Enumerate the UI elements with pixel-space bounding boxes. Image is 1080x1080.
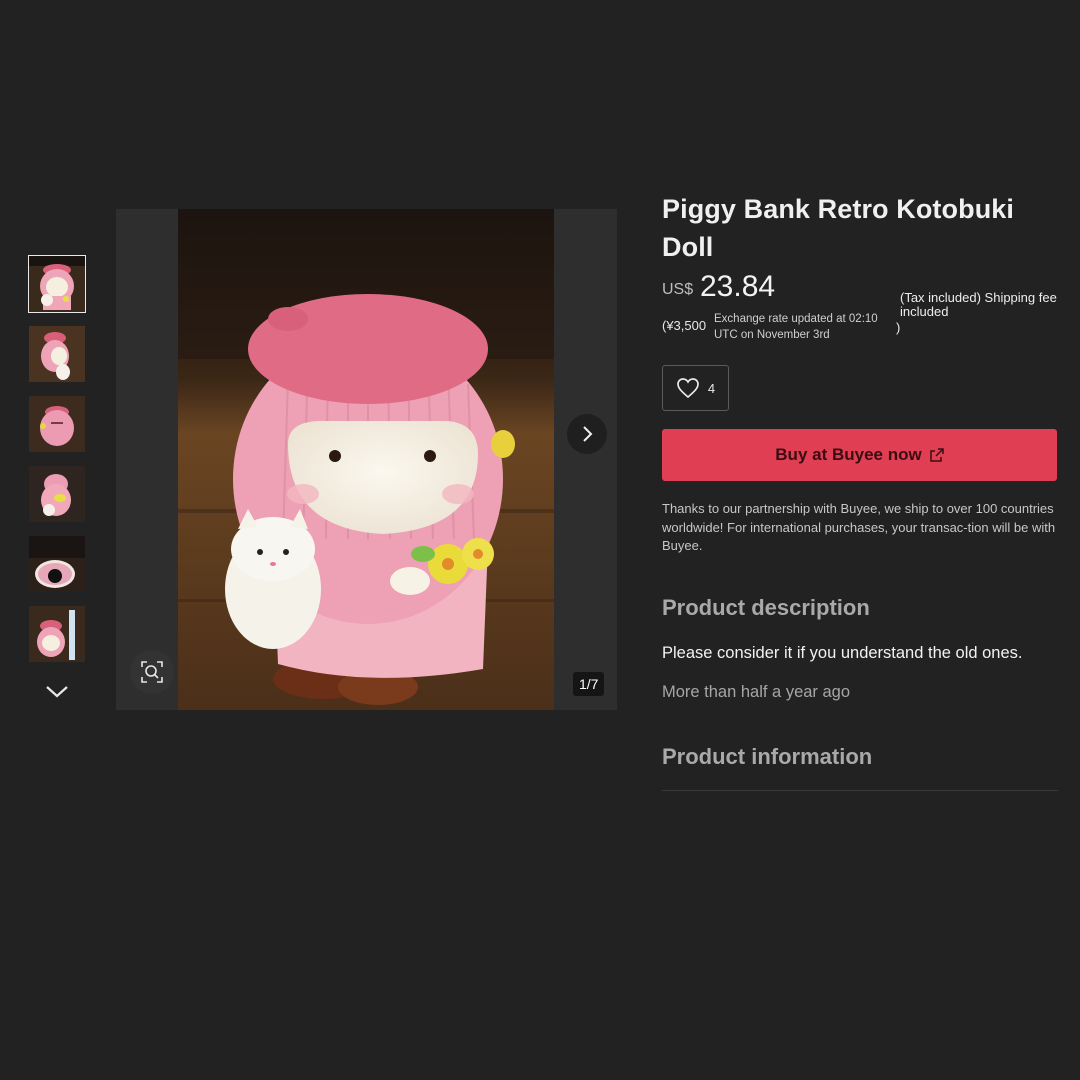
- currency-label: US$: [662, 281, 694, 298]
- buy-at-buyee-button[interactable]: Buy at Buyee now: [662, 429, 1057, 481]
- exchange-rate-note: Exchange rate updated at 02:10 UTC on No…: [714, 313, 878, 341]
- doll-other-side-thumbnail-image: [29, 466, 85, 522]
- yen-price: (¥3,500: [662, 318, 707, 333]
- thumbnails-down-button[interactable]: [44, 682, 70, 700]
- product-description-text: Please consider it if you understand the…: [662, 643, 1023, 662]
- tax-note-close-paren: ): [896, 320, 901, 335]
- main-product-photo[interactable]: [178, 209, 554, 710]
- next-image-button[interactable]: [567, 414, 607, 454]
- section-divider: [662, 789, 1058, 791]
- tax-shipping-note: (Tax included) Shipping fee included: [900, 290, 1057, 319]
- product-description-heading: Product description: [662, 594, 870, 620]
- price-block: US$ 23.84 (¥3,500 Exchange rate updated …: [662, 270, 1058, 350]
- favorite-count: 4: [707, 380, 716, 396]
- thumbnail-4[interactable]: [29, 466, 85, 522]
- product-information-heading: Product information: [662, 743, 873, 769]
- favorite-button[interactable]: 4: [662, 365, 729, 411]
- thumbnail-1[interactable]: [28, 255, 86, 313]
- product-info-panel: Piggy Bank Retro Kotobuki Doll US$ 23.84…: [662, 190, 1058, 791]
- thumbnail-2[interactable]: [29, 326, 85, 382]
- doll-front-thumbnail-image: [29, 256, 85, 312]
- chevron-down-icon: [46, 686, 68, 698]
- external-link-icon: [929, 448, 944, 462]
- image-counter: 1/7: [573, 672, 605, 696]
- doll-side-thumbnail-image: [29, 326, 85, 382]
- chevron-right-icon: [583, 426, 593, 442]
- thumbnail-3[interactable]: [29, 396, 85, 452]
- thumbnail-6[interactable]: [29, 606, 85, 662]
- zoom-image-button[interactable]: [130, 650, 174, 694]
- buyee-shipping-note: Thanks to our partnership with Buyee, we…: [662, 501, 1056, 553]
- zoom-search-icon: [141, 661, 163, 683]
- thumbnail-5[interactable]: [29, 536, 85, 592]
- price-value: 23.84: [700, 270, 776, 303]
- doll-bottom-thumbnail-image: [29, 536, 85, 592]
- doll-photo-image: [178, 209, 554, 710]
- main-image-viewer: 1/7: [116, 209, 617, 710]
- buy-button-label: Buy at Buyee now: [775, 445, 922, 464]
- posted-time: More than half a year ago: [662, 682, 851, 701]
- heart-icon: [677, 378, 699, 399]
- doll-with-ruler-thumbnail-image: [29, 606, 85, 662]
- doll-back-thumbnail-image: [29, 396, 85, 452]
- product-title: Piggy Bank Retro Kotobuki Doll: [662, 194, 1015, 262]
